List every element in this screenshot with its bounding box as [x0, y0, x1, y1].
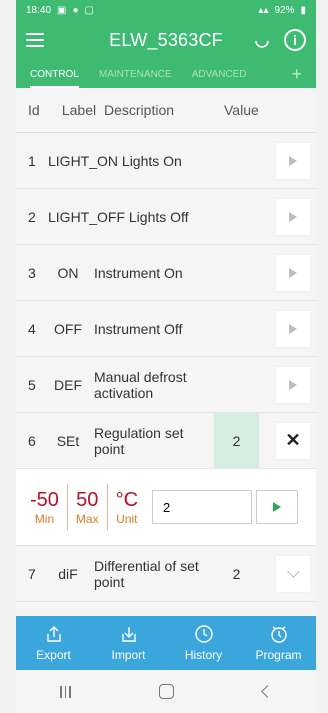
close-editor-button[interactable]: ✕ [276, 422, 310, 459]
system-nav-bar [16, 670, 316, 713]
import-icon [121, 627, 136, 642]
close-icon: ✕ [285, 430, 301, 450]
unit-label: Unit [116, 511, 138, 526]
run-button[interactable] [276, 198, 310, 235]
add-tab-icon[interactable]: + [291, 65, 302, 88]
row-id: 3 [28, 264, 36, 281]
header-label: Label [61, 102, 97, 118]
min-value: -50 [30, 488, 59, 511]
range-info: -50 Min 50 Max °C Unit [16, 484, 146, 530]
min-label: Min [34, 511, 55, 526]
header-value: Value [224, 102, 259, 118]
row-label-description: LIGHT_ON Lights On [48, 152, 182, 169]
row-id: 7 [28, 565, 36, 582]
play-icon [289, 211, 297, 222]
table-row-selected[interactable]: 6 SEt Regulation set point 2 ✕ [16, 413, 316, 469]
table-header: Id Label Description Value [16, 88, 316, 133]
row-label-description: LIGHT_OFF Lights Off [48, 208, 189, 225]
battery-icon: ▮ [300, 4, 306, 16]
status-bar: 18:40 ▣ ● ▢ ▴▴ 92% ▮ [16, 0, 316, 20]
message-icon: ▢ [84, 4, 94, 16]
import-button[interactable]: Import [91, 616, 166, 670]
app-bar: ELW_5363CF i [16, 20, 316, 60]
table-row[interactable]: 3 ON Instrument On [16, 245, 316, 301]
home-icon[interactable] [159, 684, 175, 699]
tab-bar: CONTROL MAINTENANCE ADVANCED + [16, 60, 316, 88]
run-button[interactable] [276, 254, 310, 291]
play-icon [289, 323, 297, 334]
import-label: Import [111, 648, 146, 662]
tab-maintenance[interactable]: MAINTENANCE [99, 69, 172, 88]
row-description: Differential of set point [94, 557, 199, 590]
location-icon: ● [72, 4, 79, 16]
run-button[interactable] [276, 142, 310, 179]
program-icon [270, 626, 287, 643]
history-label: History [184, 648, 223, 662]
expand-button[interactable] [276, 555, 310, 592]
bottom-toolbar: Export Import History Program [16, 616, 316, 670]
row-id: 4 [28, 320, 36, 337]
export-button[interactable]: Export [16, 616, 91, 670]
row-label: diF [58, 565, 78, 582]
export-icon [46, 626, 61, 642]
unit-value: °C [115, 488, 139, 511]
unit-box: °C Unit [108, 484, 146, 530]
send-value-button[interactable] [256, 490, 299, 524]
battery-level: 92% [274, 4, 295, 16]
row-description: Manual defrost activation [94, 368, 187, 401]
table-row[interactable]: 2 LIGHT_OFF Lights Off [16, 189, 316, 245]
tab-advanced[interactable]: ADVANCED [192, 69, 247, 88]
table-row[interactable]: 4 OFF Instrument Off [16, 301, 316, 357]
row-label: ON [57, 264, 79, 281]
program-button[interactable]: Program [241, 616, 316, 670]
back-icon[interactable] [260, 685, 274, 698]
max-value: 50 [76, 488, 99, 511]
header-description: Description [104, 102, 175, 118]
row-description: Instrument On [94, 264, 183, 281]
table-row[interactable]: 1 LIGHT_ON Lights On [16, 133, 316, 189]
play-icon [289, 267, 297, 278]
row-id: 6 [28, 432, 36, 449]
play-icon [273, 502, 282, 512]
play-icon [289, 379, 297, 390]
value-input[interactable] [152, 490, 253, 524]
recent-apps-icon[interactable] [60, 685, 71, 698]
notification-icon: ▣ [57, 4, 67, 16]
row-description: Instrument Off [94, 320, 183, 337]
row-label: DEF [54, 376, 82, 393]
row-label: SEt [56, 432, 80, 449]
phone-screen: 18:40 ▣ ● ▢ ▴▴ 92% ▮ ELW_5363CF i CONTRO… [16, 0, 316, 713]
min-box: -50 Min [22, 484, 68, 530]
header-id: Id [28, 102, 40, 118]
export-label: Export [36, 648, 71, 662]
table-row[interactable]: 7 diF Differential of set point 2 [16, 546, 316, 602]
program-label: Program [255, 648, 302, 662]
row-value: 2 [232, 565, 241, 582]
tab-control[interactable]: CONTROL [30, 69, 79, 88]
chevron-down-icon [286, 565, 300, 578]
row-label: OFF [54, 320, 82, 337]
history-button[interactable]: History [166, 616, 241, 670]
signal-icon: ▴▴ [258, 4, 269, 16]
max-box: 50 Max [68, 484, 108, 530]
refresh-icon[interactable] [254, 32, 270, 48]
status-time: 18:40 [26, 4, 52, 16]
row-id: 1 [28, 152, 36, 169]
row-id: 5 [28, 376, 36, 393]
row-value: 2 [214, 413, 259, 468]
play-icon [289, 155, 297, 166]
max-label: Max [75, 511, 99, 526]
run-button[interactable] [276, 310, 310, 347]
info-icon[interactable]: i [284, 29, 306, 51]
table-row[interactable]: 5 DEF Manual defrost activation [16, 357, 316, 413]
value-editor: -50 Min 50 Max °C Unit [16, 469, 316, 546]
row-id: 2 [28, 208, 36, 225]
run-button[interactable] [276, 366, 310, 403]
history-icon [194, 625, 213, 643]
row-description: Regulation set point [94, 424, 184, 457]
